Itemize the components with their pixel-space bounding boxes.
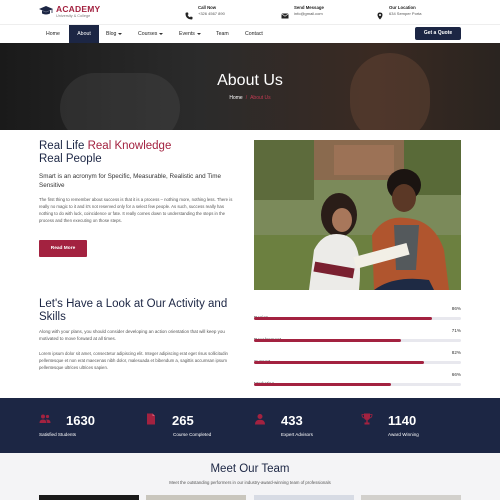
skill-bar: Marketing 66% (254, 372, 461, 390)
advisor-icon (254, 412, 266, 425)
activity-paragraph-1: Along with your plans, you should consid… (39, 329, 225, 341)
stat-caption: Expert Advisors (281, 432, 313, 437)
team-card[interactable] (39, 495, 139, 500)
breadcrumb: Home / About Us (0, 95, 500, 101)
skill-bar: Support 82% (254, 350, 461, 368)
skill-fill (254, 317, 433, 320)
contact-call-value: +326 4567 890 (198, 11, 225, 16)
about-heading: Real Life Real Knowledge Real People (39, 140, 172, 165)
team-section: Meet Our Team Meet the outstanding perfo… (0, 453, 500, 500)
nav-about[interactable]: About (69, 25, 99, 44)
team-card[interactable] (146, 495, 246, 500)
skill-fill (254, 383, 391, 386)
nav-home[interactable]: Home (40, 25, 66, 44)
about-subtitle: Smart is an acronym for Specific, Measur… (39, 173, 221, 189)
activity-paragraph-2: Lorem ipsum dolor sit amet, consectetur … (39, 351, 228, 370)
page-hero: About Us Home / About Us (0, 43, 500, 130)
breadcrumb-current: About Us (250, 95, 271, 101)
top-bar: ACADEMY University & College Call Now +32… (0, 0, 500, 24)
team-heading: Meet Our Team (210, 463, 290, 475)
get-quote-button[interactable]: Get a Quote (415, 27, 461, 40)
page-title: About Us (217, 72, 283, 89)
map-pin-icon (376, 7, 384, 20)
stat-number: 1630 (66, 413, 95, 428)
site-logo[interactable]: ACADEMY University & College (39, 5, 100, 19)
nav-courses[interactable]: Courses (132, 25, 169, 44)
team-card[interactable] (254, 495, 354, 500)
chevron-down-icon (159, 32, 164, 35)
skill-percent: 66% (451, 372, 461, 377)
about-body: The first thing to remember about succes… (39, 197, 233, 223)
nav-contact[interactable]: Contact (239, 25, 269, 44)
team-subtitle: Meet the outstanding performers in our i… (169, 480, 331, 485)
brand-tagline: University & College (56, 14, 91, 18)
skill-bar: Design 86% (254, 306, 461, 324)
trophy-icon (361, 412, 373, 425)
activity-heading: Let's Have a Look at Our Activity and Sk… (39, 298, 228, 323)
stats-band: 1630 Satisfied Students 265 Course Compl… (0, 398, 500, 453)
students-photo (254, 140, 461, 290)
graduation-cap-icon (39, 6, 53, 16)
stat-caption: Award Winning (388, 432, 419, 437)
contact-location-value: 634 Semper Porta (389, 11, 422, 16)
contact-email-value: info@gmail.com (294, 11, 323, 16)
contact-location[interactable]: Our Location 634 Semper Porta (376, 5, 422, 20)
read-more-button[interactable]: Read More (39, 240, 87, 257)
stat-caption: Satisfied Students (39, 432, 77, 437)
stat-number: 1140 (388, 413, 417, 428)
contact-email[interactable]: Send Message info@gmail.com (281, 5, 324, 19)
nav-team[interactable]: Team (210, 25, 235, 44)
breadcrumb-separator: / (245, 95, 248, 101)
stat-number: 433 (281, 413, 303, 428)
skill-fill (254, 339, 401, 342)
team-card[interactable] (361, 495, 461, 500)
brand-name: ACADEMY (56, 4, 101, 14)
document-icon (145, 412, 157, 425)
chevron-down-icon (196, 32, 201, 35)
nav-events[interactable]: Events (173, 25, 207, 44)
skill-percent: 86% (451, 306, 461, 311)
chevron-down-icon (118, 32, 123, 35)
users-icon (39, 412, 51, 424)
skill-fill (254, 361, 424, 364)
stat-number: 265 (172, 413, 194, 428)
skill-bar: Development 71% (254, 328, 461, 346)
contact-call[interactable]: Call Now +326 4567 890 (185, 5, 225, 20)
skill-percent: 82% (451, 350, 461, 355)
envelope-icon (281, 7, 289, 19)
phone-icon (185, 7, 193, 20)
nav-blog[interactable]: Blog (100, 25, 128, 44)
breadcrumb-home[interactable]: Home (229, 95, 242, 101)
skill-percent: 71% (451, 328, 461, 333)
stat-caption: Course Completed (173, 432, 212, 437)
